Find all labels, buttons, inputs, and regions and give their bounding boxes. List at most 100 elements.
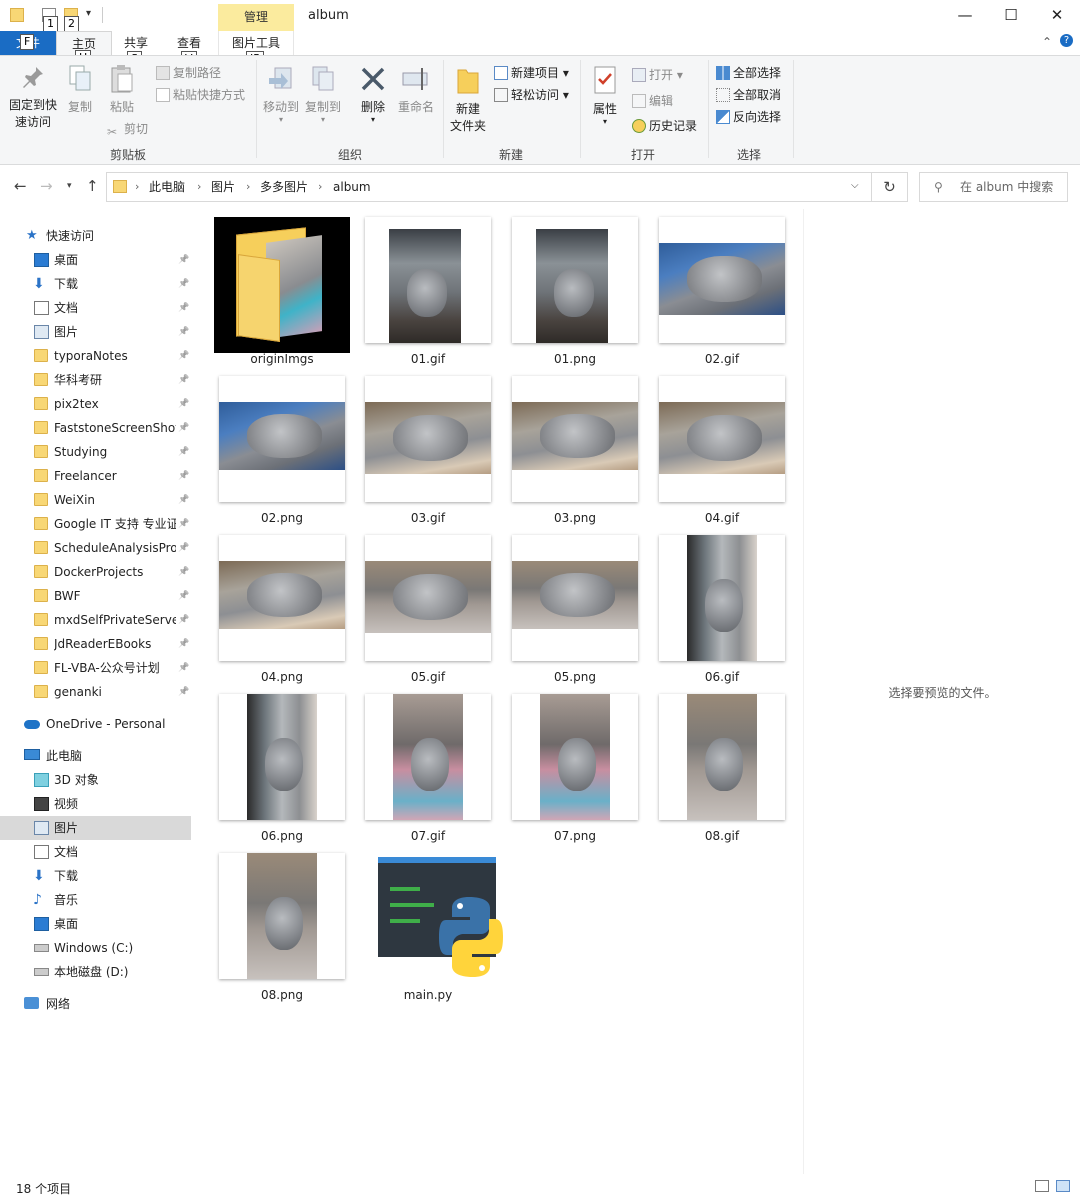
edit-button[interactable]: 编辑 [632, 91, 673, 111]
pin-icon[interactable]: 📌 [178, 584, 189, 608]
sidebar-item-pc-4[interactable]: ⬇ 下载 [0, 864, 191, 888]
file-item[interactable]: 02.gif [648, 217, 796, 369]
sidebar-item-quick-6[interactable]: pix2tex 📌 [0, 392, 191, 416]
customize-quick-access-icon[interactable]: ▾ [86, 8, 91, 19]
pin-icon[interactable]: 📌 [178, 512, 189, 536]
sidebar-item-this-pc[interactable]: 此电脑 [0, 744, 191, 768]
new-item-button[interactable]: 新建项目 ▾ [494, 63, 569, 83]
file-item[interactable]: 05.png [501, 535, 649, 687]
sidebar-item-pc-0[interactable]: 3D 对象 [0, 768, 191, 792]
sidebar-item-quick-2[interactable]: 文档 📌 [0, 296, 191, 320]
easy-access-button[interactable]: 轻松访问 ▾ [494, 85, 569, 105]
sidebar-item-pc-5[interactable]: ♪ 音乐 [0, 888, 191, 912]
pin-icon[interactable]: 📌 [178, 248, 189, 272]
refresh-button[interactable]: ↻ [872, 172, 908, 202]
file-item[interactable]: 07.png [501, 694, 649, 846]
file-item[interactable]: 02.png [208, 376, 356, 528]
pin-icon[interactable]: 📌 [178, 272, 189, 296]
sidebar-item-network[interactable]: 网络 [0, 992, 191, 1016]
select-none-button[interactable]: 全部取消 [716, 85, 781, 105]
sidebar-item-quick-11[interactable]: Google IT 支持 专业证书📌 [0, 512, 191, 536]
file-item[interactable]: originImgs [208, 217, 356, 369]
address-bar[interactable]: › 此电脑 › 图片 › 多多图片 › album ⌵ [106, 172, 872, 202]
back-arrow-icon[interactable]: ← [14, 177, 27, 195]
sidebar-item-quick-7[interactable]: FaststoneScreenShot 📌 [0, 416, 191, 440]
sidebar-item-pc-7[interactable]: Windows (C:) [0, 936, 191, 960]
cut-button[interactable]: ✂ 剪切 [107, 119, 148, 139]
move-to-button[interactable]: 移动到 ▾ [260, 64, 302, 124]
sidebar-item-quick-8[interactable]: Studying 📌 [0, 440, 191, 464]
pin-icon[interactable]: 📌 [178, 464, 189, 488]
sidebar-item-quick-9[interactable]: Freelancer 📌 [0, 464, 191, 488]
paste-shortcut-button[interactable]: 粘贴快捷方式 [156, 85, 245, 105]
sidebar-item-quick-15[interactable]: mxdSelfPrivateServer 📌 [0, 608, 191, 632]
pin-icon[interactable]: 📌 [178, 296, 189, 320]
history-button[interactable]: 历史记录 [632, 116, 697, 136]
sidebar-item-quick-access[interactable]: ★ 快速访问 [0, 224, 191, 248]
breadcrumb-duoduo-pictures[interactable]: 多多图片 [260, 173, 308, 201]
sidebar-item-quick-1[interactable]: ⬇ 下载 📌 [0, 272, 191, 296]
up-arrow-icon[interactable]: ↑ [86, 177, 99, 195]
file-item[interactable]: 01.png [501, 217, 649, 369]
pin-icon[interactable]: 📌 [178, 392, 189, 416]
pin-icon[interactable]: 📌 [178, 560, 189, 584]
close-button[interactable]: ✕ [1034, 0, 1080, 31]
file-item[interactable]: 05.gif [354, 535, 502, 687]
pin-icon[interactable]: 📌 [178, 488, 189, 512]
sidebar-item-pc-8[interactable]: 本地磁盘 (D:) [0, 960, 191, 984]
large-icons-view-icon[interactable] [1056, 1180, 1070, 1192]
sidebar-item-pc-6[interactable]: 桌面 [0, 912, 191, 936]
pin-quick-access-button[interactable]: 固定到快 速访问 [4, 64, 62, 131]
file-item[interactable]: 08.gif [648, 694, 796, 846]
sidebar-item-quick-16[interactable]: JdReaderEBooks 📌 [0, 632, 191, 656]
search-box[interactable]: ⚲ 在 album 中搜索 [919, 172, 1068, 202]
file-item[interactable]: 04.png [208, 535, 356, 687]
details-view-icon[interactable] [1035, 1180, 1049, 1192]
minimize-button[interactable]: — [942, 0, 988, 31]
sidebar-item-quick-4[interactable]: typoraNotes 📌 [0, 344, 191, 368]
sidebar-item-quick-18[interactable]: genanki 📌 [0, 680, 191, 704]
pin-icon[interactable]: 📌 [178, 344, 189, 368]
sidebar-item-quick-13[interactable]: DockerProjects 📌 [0, 560, 191, 584]
help-icon[interactable]: ? [1060, 34, 1073, 47]
collapse-ribbon-icon[interactable]: ⌃ [1042, 35, 1052, 49]
sidebar-item-quick-17[interactable]: FL-VBA-公众号计划 📌 [0, 656, 191, 680]
file-item[interactable]: 04.gif [648, 376, 796, 528]
pin-icon[interactable]: 📌 [178, 608, 189, 632]
file-item[interactable]: 03.gif [354, 376, 502, 528]
pin-icon[interactable]: 📌 [178, 680, 189, 704]
sidebar-item-quick-12[interactable]: ScheduleAnalysisProject📌 [0, 536, 191, 560]
breadcrumb-pictures[interactable]: 图片 [211, 173, 235, 201]
sidebar-item-pc-1[interactable]: 视频 [0, 792, 191, 816]
sidebar-item-onedrive[interactable]: OneDrive - Personal [0, 712, 191, 736]
file-item[interactable]: 07.gif [354, 694, 502, 846]
sidebar-item-quick-14[interactable]: BWF 📌 [0, 584, 191, 608]
file-item[interactable]: 01.gif [354, 217, 502, 369]
maximize-button[interactable]: ☐ [988, 0, 1034, 31]
rename-button[interactable]: 重命名 [394, 64, 438, 116]
pin-icon[interactable]: 📌 [178, 320, 189, 344]
breadcrumb-separator-icon[interactable]: › [135, 173, 139, 201]
sidebar-item-quick-10[interactable]: WeiXin 📌 [0, 488, 191, 512]
pin-icon[interactable]: 📌 [178, 632, 189, 656]
breadcrumb-album[interactable]: album [333, 173, 371, 201]
copy-path-button[interactable]: 复制路径 [156, 63, 221, 83]
sidebar-item-pc-2[interactable]: 图片 [0, 816, 191, 840]
context-tab-manage[interactable]: 管理 [218, 4, 294, 31]
breadcrumb-separator-icon[interactable]: › [246, 173, 250, 201]
open-button[interactable]: 打开 ▾ [632, 65, 683, 85]
pin-icon[interactable]: 📌 [178, 656, 189, 680]
invert-selection-button[interactable]: 反向选择 [716, 107, 781, 127]
pin-icon[interactable]: 📌 [178, 416, 189, 440]
file-item[interactable]: 08.png [208, 853, 356, 1005]
new-folder-button[interactable]: 新建 文件夹 [446, 64, 490, 135]
file-item[interactable]: 03.png [501, 376, 649, 528]
sidebar-item-quick-5[interactable]: 华科考研 📌 [0, 368, 191, 392]
recent-locations-chevron-icon[interactable]: ▾ [67, 181, 72, 191]
address-history-chevron-icon[interactable]: ⌵ [851, 180, 859, 191]
breadcrumb-separator-icon[interactable]: › [318, 173, 322, 201]
file-item[interactable]: main.py [354, 853, 503, 1005]
select-all-button[interactable]: 全部选择 [716, 63, 781, 83]
pin-icon[interactable]: 📌 [178, 368, 189, 392]
breadcrumb-this-pc[interactable]: 此电脑 [149, 173, 185, 201]
